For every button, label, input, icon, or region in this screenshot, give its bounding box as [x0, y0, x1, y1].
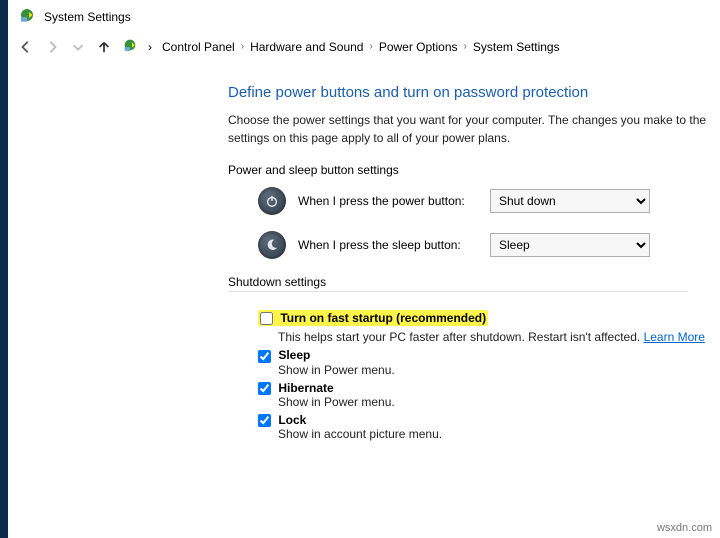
sleep-checkbox[interactable] [258, 350, 271, 363]
chevron-right-icon: › [464, 41, 467, 52]
fast-startup-sub: This helps start your PC faster after sh… [278, 330, 720, 344]
hibernate-sub: Show in Power menu. [278, 395, 720, 409]
crumb-system-settings[interactable]: System Settings [473, 40, 560, 54]
recent-dropdown-icon[interactable] [70, 39, 86, 55]
watermark: wsxdn.com [657, 522, 712, 534]
titlebar: System Settings [8, 0, 720, 33]
shutdown-section-label: Shutdown settings [228, 275, 720, 289]
lock-sub: Show in account picture menu. [278, 427, 720, 441]
lock-option-label: Lock [278, 413, 306, 427]
chevron-right-icon: › [241, 41, 244, 52]
sleep-button-select[interactable]: Sleep [490, 233, 650, 257]
back-arrow-icon[interactable] [18, 39, 34, 55]
hibernate-option-label: Hibernate [278, 381, 333, 395]
up-arrow-icon[interactable] [96, 39, 112, 55]
hibernate-option: Hibernate Show in Power menu. [258, 381, 720, 409]
sleep-sub: Show in Power menu. [278, 363, 720, 377]
navbar: › Control Panel › Hardware and Sound › P… [8, 33, 720, 66]
sleep-option: Sleep Show in Power menu. [258, 348, 720, 376]
fast-startup-label: Turn on fast startup (recommended) [280, 311, 486, 325]
fast-startup-checkbox[interactable] [260, 312, 273, 325]
window-title: System Settings [44, 10, 131, 24]
power-button-select[interactable]: Shut down [490, 189, 650, 213]
hibernate-checkbox[interactable] [258, 382, 271, 395]
lock-option: Lock Show in account picture menu. [258, 413, 720, 441]
sleep-button-label: When I press the sleep button: [298, 238, 478, 252]
sleep-button-row: When I press the sleep button: Sleep [258, 231, 720, 259]
forward-arrow-icon[interactable] [44, 39, 60, 55]
page-title: Define power buttons and turn on passwor… [228, 84, 720, 101]
chevron-right-icon: › [369, 41, 372, 52]
divider [228, 291, 688, 292]
main-content: Define power buttons and turn on passwor… [8, 66, 720, 441]
crumb-power-options[interactable]: Power Options [379, 40, 458, 54]
sleep-icon [258, 231, 286, 259]
power-button-label: When I press the power button: [298, 194, 478, 208]
breadcrumb: Control Panel › Hardware and Sound › Pow… [162, 40, 560, 54]
fast-startup-option: Turn on fast startup (recommended) [258, 310, 488, 326]
page-description: Choose the power settings that you want … [228, 111, 720, 147]
crumb-control-panel[interactable]: Control Panel [162, 40, 235, 54]
breadcrumb-icon [122, 37, 138, 56]
power-icon [258, 187, 286, 215]
power-sleep-section-label: Power and sleep button settings [228, 163, 720, 177]
sleep-option-label: Sleep [278, 348, 310, 362]
lock-checkbox[interactable] [258, 414, 271, 427]
power-options-icon [18, 6, 36, 27]
fast-startup-sub-text: This helps start your PC faster after sh… [278, 330, 644, 344]
crumb-hardware-sound[interactable]: Hardware and Sound [250, 40, 363, 54]
power-button-row: When I press the power button: Shut down [258, 187, 720, 215]
chevron-right-icon: › [148, 40, 152, 54]
learn-more-link[interactable]: Learn More [644, 330, 705, 344]
